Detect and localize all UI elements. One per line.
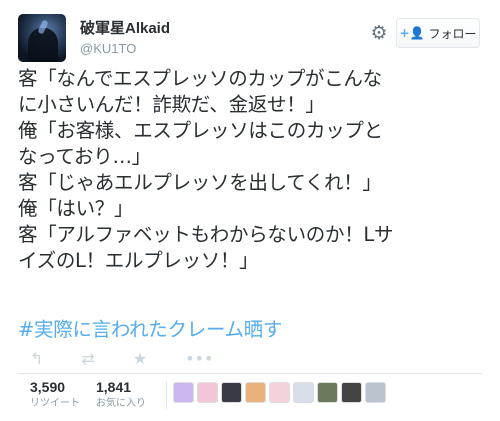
tweet-stats: 3,590 リツイート 1,841 お気に入り bbox=[30, 379, 146, 410]
favoriter-avatar[interactable] bbox=[221, 382, 242, 403]
tweet-line: 客「じゃあエルプレッソを出してくれ！」 bbox=[18, 171, 382, 194]
gear-icon[interactable]: ⚙ bbox=[368, 22, 390, 44]
favorite-count: 1,841 bbox=[96, 379, 132, 395]
favoriter-avatar[interactable] bbox=[173, 382, 194, 403]
tweet-line: 客「なんでエスプレッソのカップがこんな bbox=[18, 67, 382, 90]
tweet-text: 客「なんでエスプレッソのカップがこんな に小さいんだ！詐欺だ、金返せ！」 俺「お… bbox=[18, 66, 488, 274]
favoriter-avatar[interactable] bbox=[365, 382, 386, 403]
reply-icon[interactable]: ↰ bbox=[30, 349, 43, 369]
more-icon[interactable]: ••• bbox=[185, 349, 213, 369]
favoriter-avatar[interactable] bbox=[269, 382, 290, 403]
tweet-line: 俺「お客様、エスプレッソはこのカップと bbox=[18, 119, 383, 142]
retweet-label: リツイート bbox=[30, 398, 80, 409]
user-names[interactable]: 破軍星Alkaid @KU1TO bbox=[80, 20, 170, 58]
follow-button[interactable]: +👤 フォロー bbox=[396, 18, 480, 48]
display-name[interactable]: 破軍星Alkaid bbox=[80, 20, 170, 38]
tweet-actions: ↰ ⇄ ★ ••• bbox=[30, 349, 213, 369]
add-user-icon: +👤 bbox=[399, 26, 425, 40]
retweet-stat[interactable]: 3,590 リツイート bbox=[30, 379, 80, 410]
favorite-label: お気に入り bbox=[96, 398, 146, 409]
screen-name[interactable]: @KU1TO bbox=[80, 40, 170, 58]
divider bbox=[18, 373, 482, 374]
favoriter-avatar[interactable] bbox=[197, 382, 218, 403]
favoriter-avatar[interactable] bbox=[293, 382, 314, 403]
retweet-icon[interactable]: ⇄ bbox=[81, 349, 94, 369]
favoriter-avatar[interactable] bbox=[245, 382, 266, 403]
favoriter-avatar[interactable] bbox=[317, 382, 338, 403]
retweet-count: 3,590 bbox=[30, 379, 66, 395]
favoriter-avatar[interactable] bbox=[341, 382, 362, 403]
tweet-line: に小さいんだ！詐欺だ、金返せ！」 bbox=[18, 93, 325, 116]
tweet-line: イズのL！エルプレッソ！」 bbox=[18, 249, 259, 272]
tweet-header: 破軍星Alkaid @KU1TO ⚙ +👤 フォロー bbox=[18, 14, 482, 62]
follow-label: フォロー bbox=[428, 26, 477, 41]
favoriters-list bbox=[173, 382, 386, 403]
tweet-line: 俺「はい？」 bbox=[18, 197, 134, 220]
tweet-line: なっており…」 bbox=[18, 145, 151, 168]
favorite-stat[interactable]: 1,841 お気に入り bbox=[96, 379, 146, 410]
avatar[interactable] bbox=[18, 14, 66, 62]
divider bbox=[166, 381, 167, 409]
hashtag-link[interactable]: #実際に言われたクレーム晒す bbox=[18, 317, 282, 343]
star-icon[interactable]: ★ bbox=[133, 349, 147, 369]
tweet-line: 客「アルファベットもわからないのか！Lサ bbox=[18, 223, 394, 246]
